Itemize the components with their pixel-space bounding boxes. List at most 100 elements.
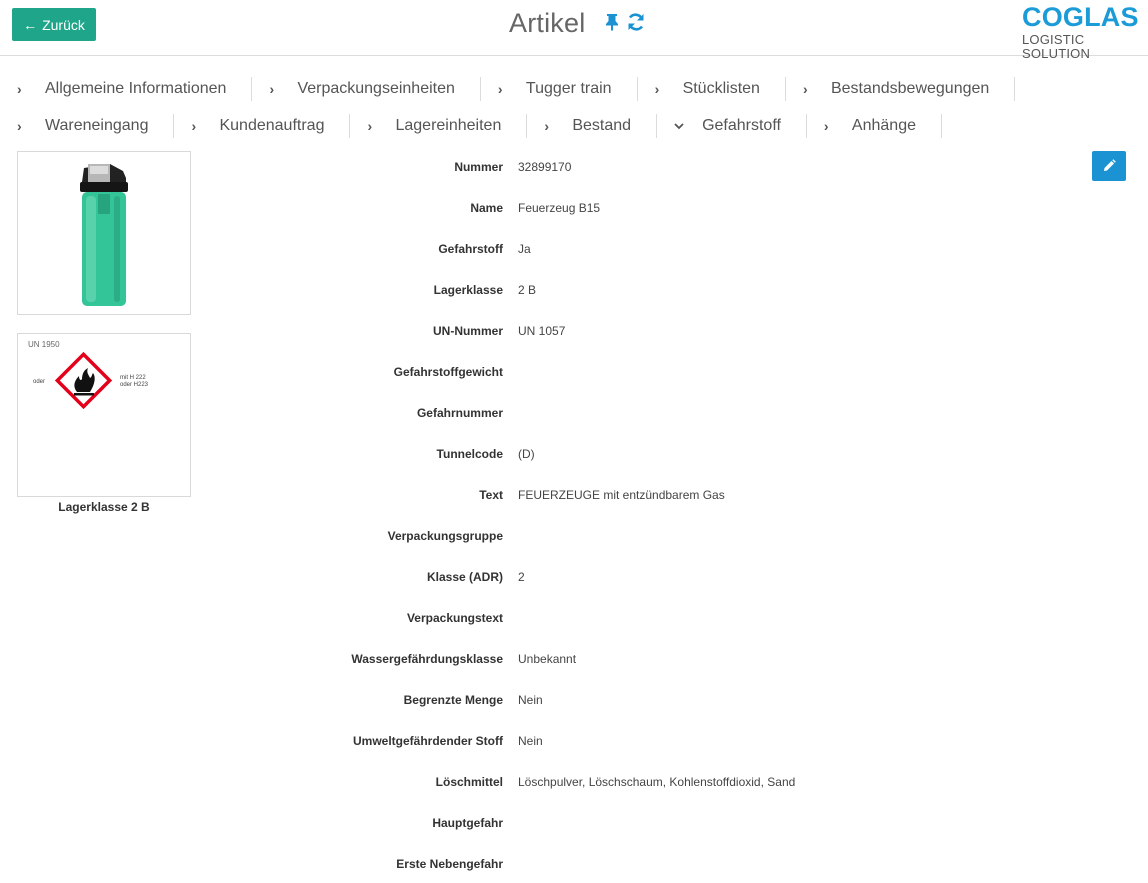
chevron-right-icon: ›	[802, 80, 808, 97]
chevron-right-icon: ›	[367, 117, 373, 134]
field-value: Nein	[518, 733, 543, 748]
field-value: UN 1057	[518, 323, 566, 338]
tab-label: Anhänge	[851, 116, 916, 134]
tab-row-1: › Allgemeine Informationen › Verpackungs…	[0, 70, 1148, 107]
field-value: Löschpulver, Löschschaum, Kohlenstoffdio…	[518, 774, 796, 789]
chevron-right-icon: ›	[497, 80, 503, 97]
image-column: UN 1950 oder mit H 222 oder H223 Lagerkl…	[17, 151, 191, 514]
field-klasse-adr: Klasse (ADR) 2	[200, 556, 900, 597]
back-button-label: Zurück	[42, 16, 85, 33]
field-tunnelcode: Tunnelcode (D)	[200, 433, 900, 474]
field-verpackungstext: Verpackungstext	[200, 597, 900, 638]
field-nummer: Nummer 32899170	[200, 146, 900, 187]
field-label: Löschmittel	[435, 774, 503, 789]
field-name: Name Feuerzeug B15	[200, 187, 900, 228]
tab-stuecklisten[interactable]: › Stücklisten	[638, 76, 786, 101]
field-label: Name	[470, 200, 503, 215]
tab-gefahrstoff[interactable]: Gefahrstoff	[657, 113, 807, 138]
pin-icon[interactable]	[604, 13, 620, 31]
field-lagerklasse: Lagerklasse 2 B	[200, 269, 900, 310]
title-icons	[604, 12, 646, 32]
field-gefahrstoffgewicht: Gefahrstoffgewicht	[200, 351, 900, 392]
logo-sub-text: LOGISTIC SOLUTION	[1022, 32, 1091, 61]
tab-verpackungseinheiten[interactable]: › Verpackungseinheiten	[252, 76, 481, 101]
field-value: FEUERZEUGE mit entzündbarem Gas	[518, 487, 725, 502]
tab-label: Bestand	[572, 116, 632, 134]
field-label: UN-Nummer	[432, 323, 503, 338]
field-label: Klasse (ADR)	[426, 569, 503, 584]
chevron-right-icon: ›	[654, 80, 660, 97]
chevron-right-icon: ›	[823, 117, 829, 134]
page-title: Artikel	[509, 8, 586, 38]
field-label: Erste Nebengefahr	[396, 856, 503, 871]
field-value: Nein	[518, 692, 543, 707]
tab-wareneingang[interactable]: › Wareneingang	[0, 113, 175, 138]
pencil-icon	[1104, 159, 1116, 171]
field-label: Tunnelcode	[436, 446, 503, 461]
field-erste-nebengefahr: Erste Nebengefahr	[200, 843, 900, 883]
field-value: 32899170	[518, 159, 572, 174]
field-label: Gefahrstoffgewicht	[393, 364, 503, 379]
field-un-nummer: UN-Nummer UN 1057	[200, 310, 900, 351]
field-gefahrstoff: Gefahrstoff Ja	[200, 228, 900, 269]
tab-label: Verpackungseinheiten	[297, 79, 455, 97]
ghs-hazard-note: mit H 222 oder H223	[120, 375, 148, 389]
hazard-label-image[interactable]: UN 1950 oder mit H 222 oder H223	[17, 333, 191, 497]
chevron-right-icon: ›	[191, 117, 197, 134]
tab-label: Kundenauftrag	[219, 116, 325, 134]
field-value: 2 B	[518, 282, 537, 297]
field-verpackungsgruppe: Verpackungsgruppe	[200, 515, 900, 556]
field-label: Wassergefährdungsklasse	[351, 651, 503, 666]
field-label: Gefahrstoff	[438, 241, 503, 256]
field-label: Verpackungstext	[406, 610, 503, 625]
tab-label: Tugger train	[525, 79, 612, 97]
tab-label: Bestandsbewegungen	[830, 79, 990, 97]
field-text: Text FEUERZEUGE mit entzündbarem Gas	[200, 474, 900, 515]
top-bar: ← Zurück Artikel COGLAS LOGISTIC SOLUTIO…	[0, 0, 1148, 61]
field-value: Ja	[518, 241, 531, 256]
hazard-details: Nummer 32899170 Name Feuerzeug B15 Gefah…	[200, 146, 900, 883]
field-value: Unbekannt	[518, 651, 577, 666]
field-umweltgefaehrdender-stoff: Umweltgefährdender Stoff Nein	[200, 720, 900, 761]
section-tabs: › Allgemeine Informationen › Verpackungs…	[0, 70, 1148, 144]
edit-button[interactable]	[1092, 151, 1126, 181]
field-gefahrnummer: Gefahrnummer	[200, 392, 900, 433]
field-loeschmittel: Löschmittel Löschpulver, Löschschaum, Ko…	[200, 761, 900, 802]
image-caption: Lagerklasse 2 B	[58, 500, 150, 514]
field-label: Umweltgefährdender Stoff	[352, 733, 503, 748]
field-label: Verpackungsgruppe	[387, 528, 503, 543]
field-value: 2	[518, 569, 525, 584]
company-logo: COGLAS LOGISTIC SOLUTION	[1022, 2, 1144, 61]
tab-bestandsbewegungen[interactable]: › Bestandsbewegungen	[786, 76, 1016, 101]
chevron-right-icon: ›	[269, 80, 275, 97]
tab-tugger-train[interactable]: › Tugger train	[481, 76, 638, 101]
arrow-left-icon: ←	[23, 16, 38, 33]
chevron-right-icon: ›	[17, 117, 22, 134]
ghs-note-line-1: mit H 222	[120, 375, 146, 381]
field-hauptgefahr: Hauptgefahr	[200, 802, 900, 843]
tab-row-2: › Wareneingang › Kundenauftrag › Lagerei…	[0, 107, 1148, 144]
tab-allgemeine-informationen[interactable]: › Allgemeine Informationen	[0, 76, 253, 101]
tab-label: Allgemeine Informationen	[45, 79, 227, 97]
tab-label: Wareneingang	[45, 116, 149, 134]
field-label: Gefahrnummer	[416, 405, 503, 420]
field-label: Text	[479, 487, 503, 502]
back-button[interactable]: ← Zurück	[12, 8, 96, 41]
logo-main-text: COGLAS	[1022, 2, 1139, 32]
field-label: Lagerklasse	[433, 282, 503, 297]
field-label: Nummer	[454, 159, 503, 174]
tab-bestand[interactable]: › Bestand	[527, 113, 658, 138]
field-value: Feuerzeug B15	[518, 200, 601, 215]
chevron-down-icon	[674, 122, 702, 130]
tab-anhaenge[interactable]: › Anhänge	[807, 113, 942, 138]
field-value: (D)	[518, 446, 535, 461]
refresh-icon[interactable]	[626, 12, 646, 32]
tab-label: Lagereinheiten	[395, 116, 502, 134]
field-begrenzte-menge: Begrenzte Menge Nein	[200, 679, 900, 720]
tab-kundenauftrag[interactable]: › Kundenauftrag	[174, 113, 351, 138]
field-wassergefaehrdungsklasse: Wassergefährdungsklasse Unbekannt	[200, 638, 900, 679]
chevron-right-icon: ›	[544, 117, 550, 134]
product-image[interactable]	[17, 151, 191, 315]
chevron-right-icon: ›	[17, 80, 22, 97]
tab-lagereinheiten[interactable]: › Lagereinheiten	[350, 113, 528, 138]
